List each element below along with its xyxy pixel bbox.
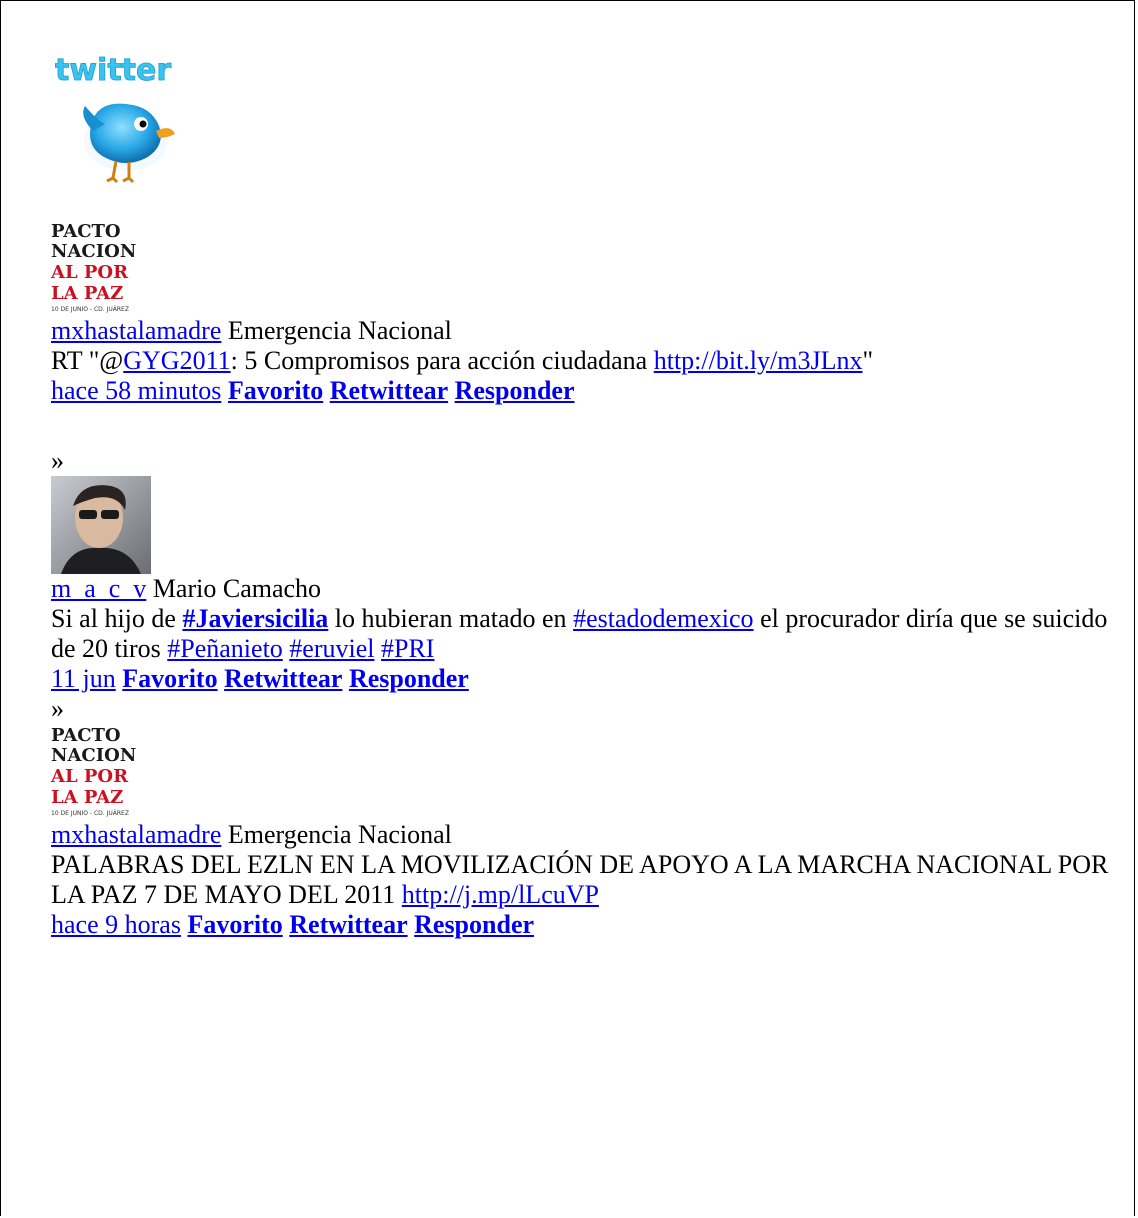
twitter-logo: twitter (55, 53, 172, 89)
tweet-text-part: Si al hijo de (51, 604, 183, 633)
tweet-1: PACTO NACION AL POR LA PAZ 10 DE JUNIO -… (51, 220, 1131, 406)
tweet-text: PALABRAS DEL EZLN EN LA MOVILIZACIÓN DE … (51, 850, 1131, 910)
tweet-text-part: " (862, 346, 874, 375)
twitter-widget: twitter PACTO NACION AL POR LA PAZ 10 DE… (51, 50, 1131, 940)
pacto-nacional-avatar[interactable]: PACTO NACION AL POR LA PAZ 10 DE JUNIO -… (51, 220, 153, 316)
tweet-3: » PACTO NACION AL POR LA PAZ 10 DE JUNIO… (51, 694, 1131, 940)
reply-button[interactable]: Responder (414, 910, 534, 939)
username-link[interactable]: mxhastalamadre (51, 820, 221, 849)
timestamp-link[interactable]: hace 58 minutos (51, 376, 221, 405)
hashtag-link[interactable]: #PRI (381, 634, 434, 663)
tweet-separator: » (51, 694, 64, 723)
display-name: Emergencia Nacional (227, 316, 452, 345)
tweet-actions: 11 jun Favorito Retwittear Responder (51, 664, 1131, 694)
retweet-button[interactable]: Retwittear (224, 664, 342, 693)
svg-text:LA PAZ: LA PAZ (51, 787, 123, 808)
tweet-text: RT "@GYG2011: 5 Compromisos para acción … (51, 346, 1131, 376)
svg-text:10 DE JUNIO - CD. JUÁREZ: 10 DE JUNIO - CD. JUÁREZ (51, 810, 129, 817)
display-name: Mario Camacho (152, 574, 322, 603)
favorite-button[interactable]: Favorito (228, 376, 323, 405)
display-name: Emergencia Nacional (227, 820, 452, 849)
reply-button[interactable]: Responder (349, 664, 469, 693)
url-link[interactable]: http://bit.ly/m3JLnx (654, 346, 863, 375)
username-link[interactable]: m_a_c_v (51, 574, 146, 603)
username-link[interactable]: mxhastalamadre (51, 316, 221, 345)
hashtag-link[interactable]: #estadodemexico (573, 604, 754, 633)
tweet-text-part: lo hubieran matado en (328, 604, 574, 633)
timestamp-link[interactable]: hace 9 horas (51, 910, 181, 939)
tweet-header: mxhastalamadre Emergencia Nacional (51, 820, 1131, 850)
timestamp-link[interactable]: 11 jun (51, 664, 116, 693)
svg-text:AL POR: AL POR (51, 766, 129, 787)
tweet-header: mxhastalamadre Emergencia Nacional (51, 316, 1131, 346)
favorite-button[interactable]: Favorito (187, 910, 282, 939)
tweet-actions: hace 58 minutos Favorito Retwittear Resp… (51, 376, 1131, 406)
svg-text:NACION: NACION (51, 241, 136, 262)
twitter-bird-icon (83, 103, 175, 184)
retweet-button[interactable]: Retwittear (289, 910, 407, 939)
tweet-actions: hace 9 horas Favorito Retwittear Respond… (51, 910, 1131, 940)
tweet-separator: » (51, 446, 64, 475)
pacto-nacional-avatar[interactable]: PACTO NACION AL POR LA PAZ 10 DE JUNIO -… (51, 724, 153, 820)
hashtag-link[interactable]: #eruviel (289, 634, 374, 663)
tweet-header: m_a_c_v Mario Camacho (51, 574, 1131, 604)
svg-text:AL POR: AL POR (51, 262, 129, 283)
svg-text:PACTO: PACTO (51, 221, 121, 242)
svg-text:LA PAZ: LA PAZ (51, 283, 123, 304)
svg-text:NACION: NACION (51, 745, 136, 766)
tweet-text-part: : 5 Compromisos para acción ciudadana (230, 346, 654, 375)
mario-camacho-avatar[interactable] (51, 476, 151, 574)
tweet-text: Si al hijo de #Javiersicilia lo hubieran… (51, 604, 1111, 664)
svg-text:10 DE JUNIO - CD. JUÁREZ: 10 DE JUNIO - CD. JUÁREZ (51, 306, 129, 313)
reply-button[interactable]: Responder (455, 376, 575, 405)
favorite-button[interactable]: Favorito (122, 664, 217, 693)
tweet-text-part: RT "@ (51, 346, 124, 375)
retweet-button[interactable]: Retwittear (330, 376, 448, 405)
mention-link[interactable]: GYG2011 (123, 346, 230, 375)
url-link[interactable]: http://j.mp/lLcuVP (402, 880, 599, 909)
tweet-2: » m_a_c_v Mario Camacho Si al hijo de #J… (51, 446, 1131, 694)
svg-text:twitter: twitter (55, 53, 171, 88)
svg-text:PACTO: PACTO (51, 725, 121, 746)
hashtag-link[interactable]: #Javiersicilia (182, 604, 328, 633)
hashtag-link[interactable]: #Peñanieto (167, 634, 283, 663)
